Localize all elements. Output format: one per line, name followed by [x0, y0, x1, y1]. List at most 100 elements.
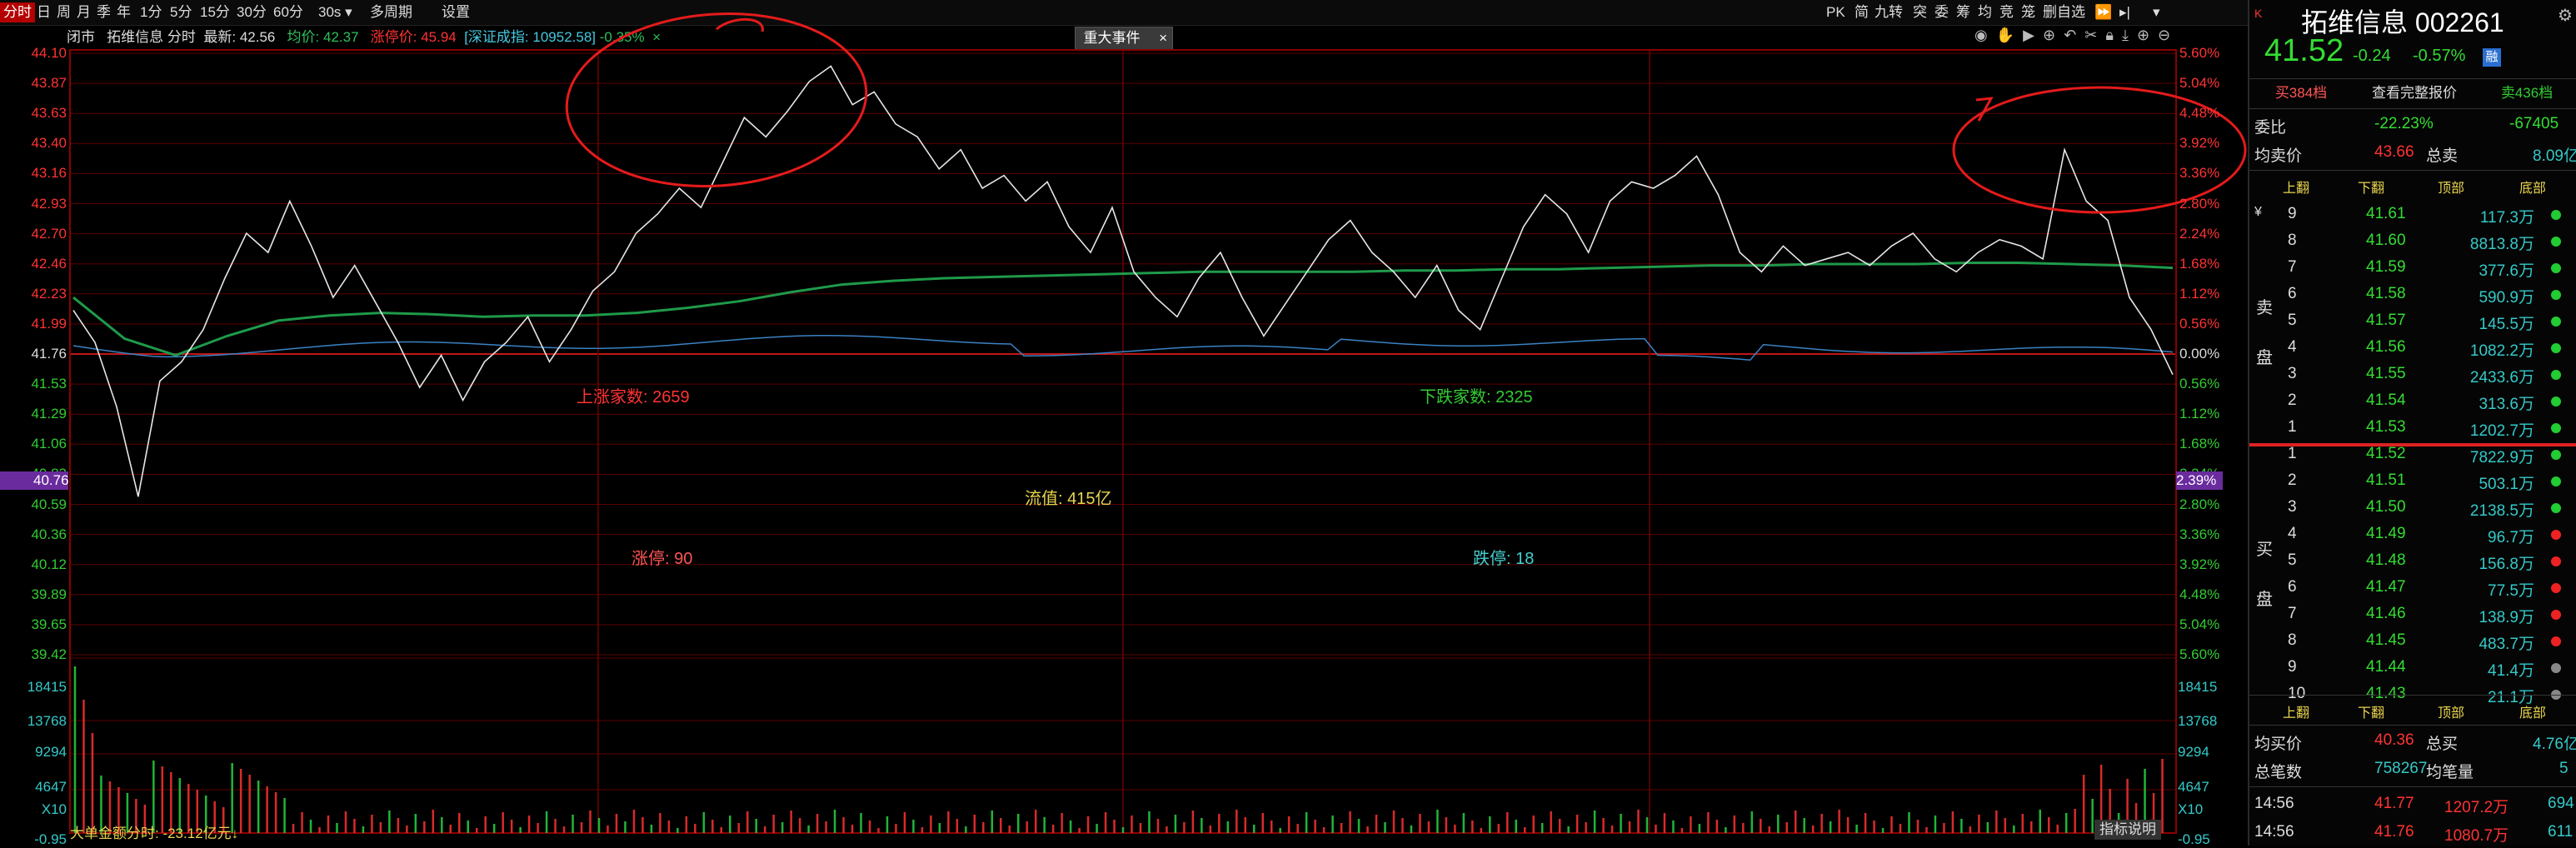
sell-order-volume: 145.5万: [2479, 316, 2534, 333]
order-indicator-dot: [2551, 370, 2561, 380]
percent-axis-label: 0.00%: [2179, 346, 2220, 362]
price-axis-label: 42.23: [31, 285, 67, 302]
avg-buy-row: 均买价 40.36 总买 4.76亿: [2249, 728, 2576, 755]
sell-order-volume: 313.6万: [2479, 396, 2534, 413]
buy-order-row[interactable]: 9 41.44 41.4万: [2249, 655, 2576, 681]
sell-order-level: 9: [2288, 205, 2297, 222]
buy-levels-button[interactable]: 买384档: [2253, 82, 2349, 105]
buy-order-level: 4: [2288, 525, 2297, 542]
vol-axis-right-3: 9294: [2178, 744, 2209, 760]
vol-axis-right-5: X10: [2178, 801, 2204, 817]
buy-order-row[interactable]: 3 41.50 2138.5万: [2249, 495, 2576, 521]
sell-order-level: 4: [2288, 338, 2297, 356]
sell-order-row[interactable]: 6 41.58 590.9万: [2249, 282, 2576, 308]
percent-axis-label: 2.80%: [2179, 195, 2220, 212]
sell-order-row[interactable]: 2 41.54 313.6万: [2249, 388, 2576, 415]
buy-order-price: 41.52: [2366, 445, 2406, 462]
ratio-label: 委比: [2254, 119, 2287, 137]
price-axis-label: 42.93: [31, 195, 67, 212]
sell-order-volume: 117.3万: [2479, 209, 2534, 227]
price-axis-label: 41.29: [31, 406, 67, 422]
settings-gear-icon[interactable]: ⚙: [2558, 5, 2573, 26]
tick-price: 41.77: [2374, 795, 2414, 812]
buy-order-row[interactable]: 1 41.52 7822.9万: [2249, 441, 2576, 468]
price-axis-label: 43.40: [31, 135, 67, 152]
percent-axis-label: 1.68%: [2179, 255, 2220, 272]
sell-levels-button[interactable]: 卖436档: [2479, 82, 2574, 105]
buy-order-row[interactable]: 6 41.47 77.5万: [2249, 575, 2576, 601]
full-quote-button[interactable]: 查看完整报价: [2353, 82, 2476, 105]
buy-order-level: 8: [2288, 631, 2297, 649]
buy-order-row[interactable]: 7 41.46 138.9万: [2249, 601, 2576, 628]
price-axis-label: 41.76: [31, 346, 67, 362]
percent-axis-label: 3.92%: [2179, 556, 2220, 572]
price-axis-label: 41.99: [31, 315, 67, 332]
cursor-price-label: 40.76: [33, 472, 69, 488]
sell-order-row[interactable]: 5 41.57 145.5万: [2249, 308, 2576, 335]
total-sell-value: 8.09亿: [2533, 147, 2576, 165]
buy-order-row[interactable]: 8 41.45 483.7万: [2249, 628, 2576, 655]
order-indicator-dot: [2551, 583, 2561, 593]
trades-row: 总笔数 758267 均笔量 5: [2249, 756, 2576, 783]
price-change-pct: -0.57%: [2413, 47, 2466, 65]
page-up-button[interactable]: 上翻: [2283, 701, 2309, 721]
page-down-button[interactable]: 下翻: [2358, 701, 2384, 721]
vol-axis-left-2: 13768: [27, 713, 67, 729]
order-indicator-dot: [2551, 397, 2561, 407]
sell-order-row[interactable]: 8 41.60 8813.8万: [2249, 228, 2576, 255]
trades-label: 总笔数: [2254, 764, 2303, 781]
sell-order-price: 41.55: [2366, 365, 2406, 382]
percent-axis-label: 1.68%: [2179, 436, 2220, 452]
sell-order-level: 7: [2288, 258, 2297, 276]
sell-order-volume: 377.6万: [2479, 262, 2534, 280]
current-price: 41.52: [2264, 33, 2344, 68]
percent-axis-label: 1.12%: [2179, 285, 2220, 302]
sell-order-volume: 1202.7万: [2469, 422, 2534, 440]
sell-order-volume: 8813.8万: [2469, 236, 2534, 253]
sell-order-row[interactable]: 7 41.59 377.6万: [2249, 255, 2576, 282]
buy-order-price: 41.45: [2366, 631, 2406, 649]
avg-vol-label: 均笔量: [2426, 764, 2474, 781]
indicator-help-button[interactable]: 指标说明: [2094, 820, 2161, 840]
percent-axis-label: 5.60%: [2179, 646, 2220, 662]
limit-down-count: 跌停: 18: [1473, 550, 1535, 568]
annotation-circle-left: [565, 12, 868, 188]
sell-order-volume: 590.9万: [2479, 289, 2534, 307]
sell-order-row[interactable]: 3 41.55 2433.6万: [2249, 362, 2576, 388]
buy-order-row[interactable]: 2 41.51 503.1万: [2249, 468, 2576, 495]
price-axis-label: 39.42: [31, 646, 67, 662]
buy-order-volume: 7822.9万: [2469, 449, 2534, 466]
buy-order-row[interactable]: 5 41.48 156.8万: [2249, 548, 2576, 575]
price-axis-label: 39.65: [31, 616, 67, 632]
price-axis-label: 43.16: [31, 165, 67, 182]
ratio-diff: -67405: [2509, 115, 2559, 132]
page-up-button[interactable]: 上翻: [2283, 177, 2309, 197]
sell-order-price: 41.54: [2366, 392, 2406, 409]
price-axis-label: 40.36: [31, 526, 67, 542]
page-down-button[interactable]: 下翻: [2358, 177, 2384, 197]
panel-corner-icon[interactable]: K: [2254, 7, 2262, 20]
bottom-button[interactable]: 底部: [2519, 701, 2546, 721]
price-axis-label: 41.06: [31, 436, 67, 452]
avg-sell-row: 均卖价 43.66 总卖 8.09亿: [2249, 140, 2576, 167]
sell-order-row[interactable]: 1 41.53 1202.7万: [2249, 415, 2576, 441]
vol-axis-left-5: X10: [41, 801, 67, 817]
sell-order-level: 6: [2288, 285, 2297, 302]
timeshare-chart[interactable]: [0, 0, 2248, 846]
sell-order-row[interactable]: 9 41.61 117.3万: [2249, 202, 2576, 228]
price-axis-label: 44.10: [31, 45, 67, 61]
sell-order-level: 1: [2288, 418, 2297, 436]
top-button[interactable]: 顶部: [2438, 701, 2464, 721]
big-order-flow: 大单金额分时: -23.12亿元↓: [70, 826, 239, 841]
margin-badge: 融: [2483, 48, 2501, 67]
order-ratio-row: 委比 -22.23% -67405: [2249, 112, 2576, 138]
price-axis-label: 40.12: [31, 556, 67, 572]
sell-order-row[interactable]: 4 41.56 1082.2万: [2249, 335, 2576, 362]
bottom-button[interactable]: 底部: [2519, 177, 2546, 197]
percent-axis-label: 1.12%: [2179, 406, 2220, 422]
buy-order-row[interactable]: 4 41.49 96.7万: [2249, 521, 2576, 548]
top-button[interactable]: 顶部: [2438, 177, 2464, 197]
total-sell-label: 总卖: [2426, 147, 2459, 165]
buy-order-volume: 2138.5万: [2469, 502, 2534, 520]
percent-axis-label: 0.56%: [2179, 376, 2220, 392]
